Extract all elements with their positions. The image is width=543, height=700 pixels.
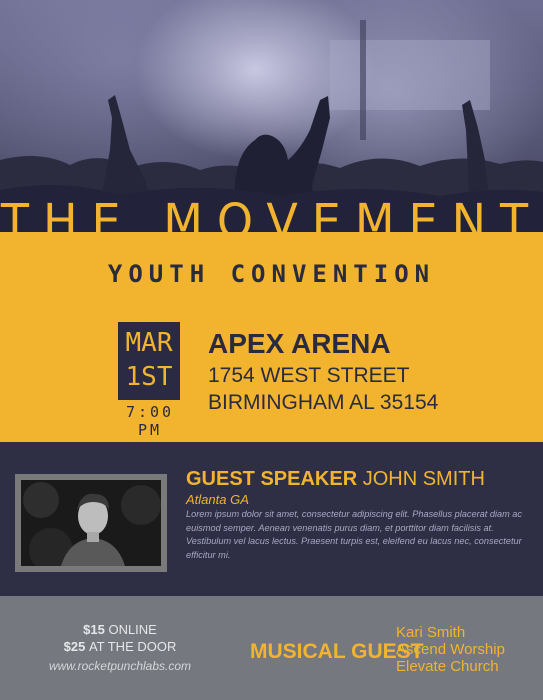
speaker-photo-frame	[15, 474, 167, 572]
speaker-portrait-image	[21, 480, 161, 566]
date-box: MAR 1ST	[118, 322, 180, 400]
speaker-label: GUEST SPEAKER	[186, 468, 358, 490]
musical-guest-item: Kari Smith	[396, 624, 466, 641]
door-price-line: $25 AT THE DOOR	[0, 639, 240, 654]
musical-guest-item: Ascend Worship	[396, 641, 505, 658]
speaker-bio: Lorem ipsum dolor sit amet, consectetur …	[186, 509, 523, 560]
online-price-line: $15 ONLINE	[0, 622, 240, 637]
musical-guest-list: Kari Smith Ascend Worship Elevate Church	[396, 624, 505, 675]
event-title: THE MOVEMENT	[0, 192, 543, 250]
date-month: MAR	[125, 328, 173, 358]
speaker-location: Atlanta GA	[186, 492, 249, 507]
website-link[interactable]: www.rocketpunchlabs.com	[0, 659, 240, 673]
speaker-heading: GUEST SPEAKER JOHN SMITH	[186, 468, 485, 491]
date-day: 1ST	[125, 362, 173, 392]
venue-street: 1754 WEST STREET	[208, 364, 410, 387]
venue-city: BIRMINGHAM AL 35154	[208, 391, 439, 414]
door-price: $25	[63, 639, 86, 654]
event-time: 7:00 PM	[125, 403, 175, 439]
online-price: $15	[83, 622, 105, 637]
event-subtitle: YOUTH CONVENTION	[107, 260, 436, 288]
venue-name: APEX ARENA	[208, 328, 391, 359]
musical-guest-item: Elevate Church	[396, 658, 499, 675]
door-label: AT THE DOOR	[88, 639, 177, 654]
speaker-name: JOHN SMITH	[362, 468, 485, 490]
online-label: ONLINE	[108, 622, 157, 637]
speaker-photo	[21, 480, 161, 566]
